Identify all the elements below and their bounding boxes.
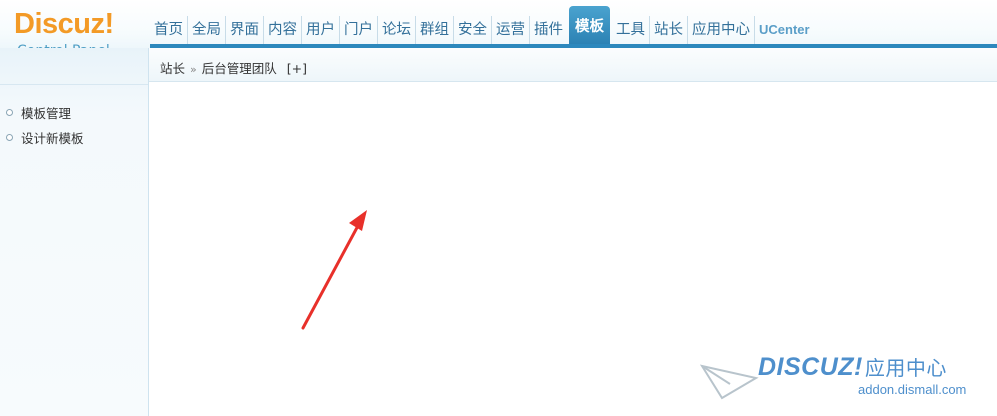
watermark: DISCUZ! 应用中心 addon.dismall.com [700,352,990,412]
breadcrumb-separator: » [190,63,197,76]
nav-home[interactable]: 首页 [150,16,187,44]
nav-users[interactable]: 用户 [301,16,339,44]
sidebar-menu: 模板管理 设计新模板 [0,100,84,150]
breadcrumb: 站长 » 后台管理团队 [+] [160,58,307,77]
left-sidebar: 模板管理 设计新模板 [0,48,149,416]
breadcrumb-current: 后台管理团队 [201,61,277,76]
watermark-brand-text: DISCUZ! [758,353,863,381]
paper-plane-icon [700,364,759,400]
nav-templates[interactable]: 模板 [569,6,610,44]
nav-tools[interactable]: 工具 [612,16,649,44]
header: Discuz! Control Panel 首页 全局 界面 内容 用户 门户 … [0,0,997,59]
bullet-icon [6,109,13,116]
breadcrumb-root[interactable]: 站长 [160,58,185,77]
nav-global[interactable]: 全局 [187,16,225,44]
watermark-url: addon.dismall.com [858,382,967,397]
nav-webmaster[interactable]: 站长 [649,16,687,44]
nav-ucenter[interactable]: UCenter [754,16,814,44]
nav-interface[interactable]: 界面 [225,16,263,44]
nav-groups[interactable]: 群组 [415,16,453,44]
breadcrumb-bar: 站长 » 后台管理团队 [+] [149,48,997,82]
sidebar-divider [0,84,148,85]
top-navigation: 首页 全局 界面 内容 用户 门户 论坛 群组 安全 运营 插件 模板 工具 站… [150,6,814,44]
nav-security[interactable]: 安全 [453,16,491,44]
nav-plugins[interactable]: 插件 [529,16,567,44]
nav-operations[interactable]: 运营 [491,16,529,44]
nav-portal[interactable]: 门户 [339,16,377,44]
sidebar-item-template-management[interactable]: 模板管理 [0,100,84,125]
nav-forum[interactable]: 论坛 [377,16,415,44]
sidebar-item-label: 模板管理 [21,106,72,121]
sidebar-item-label: 设计新模板 [21,131,84,146]
bullet-icon [6,134,13,141]
watermark-brand: DISCUZ! 应用中心 [758,352,947,382]
sidebar-item-design-new-template[interactable]: 设计新模板 [0,125,84,150]
watermark-brand-cn: 应用中心 [864,356,947,380]
nav-app-center[interactable]: 应用中心 [687,16,754,44]
logo-title: Discuz! [14,8,114,40]
nav-content[interactable]: 内容 [263,16,301,44]
add-shortcut-button[interactable]: [+] [287,61,307,76]
